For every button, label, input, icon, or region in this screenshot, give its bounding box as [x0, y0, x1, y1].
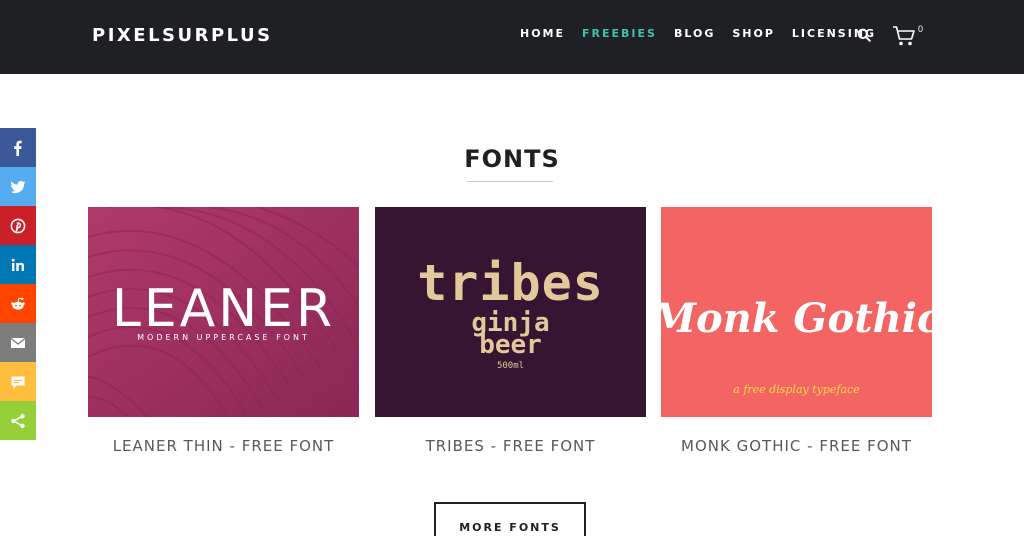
- nav-shop[interactable]: SHOP: [732, 27, 775, 41]
- thumb-subtitle-text: MODERN UPPERCASE FONT: [137, 333, 310, 342]
- card-caption[interactable]: MONK GOTHIC - FREE FONT: [661, 437, 932, 455]
- main-nav: HOME FREEBIES BLOG SHOP LICENSING: [520, 27, 893, 41]
- cart-icon[interactable]: [892, 25, 916, 47]
- nav-freebies[interactable]: FREEBIES: [582, 27, 657, 41]
- card-caption[interactable]: TRIBES - FREE FONT: [375, 437, 646, 455]
- title-divider: [467, 181, 553, 182]
- leaner-thumbnail-art: LEANER MODERN UPPERCASE FONT: [88, 207, 359, 417]
- thumb-title-text: Monk Gothic: [661, 295, 932, 342]
- search-icon[interactable]: [857, 28, 871, 42]
- thumb-title-text: tribes: [417, 254, 604, 312]
- nav-home[interactable]: HOME: [520, 27, 565, 41]
- font-card[interactable]: LEANER MODERN UPPERCASE FONT LEANER THIN…: [88, 207, 359, 455]
- pinterest-icon: [10, 218, 26, 233]
- share-reddit-button[interactable]: [0, 284, 36, 323]
- tribes-thumbnail-art: tribes ginja beer 500ml: [375, 207, 646, 417]
- share-sidebar: [0, 128, 36, 440]
- reddit-icon: [11, 297, 25, 310]
- linkedin-icon: [11, 258, 24, 271]
- share-more-button[interactable]: [0, 401, 36, 440]
- card-thumbnail[interactable]: LEANER MODERN UPPERCASE FONT: [88, 207, 359, 417]
- font-card[interactable]: Monk Gothic a free display typeface MONK…: [661, 207, 932, 455]
- site-logo[interactable]: PIXELSURPLUS: [92, 24, 273, 48]
- twitter-icon: [10, 180, 26, 193]
- email-icon: [10, 337, 26, 348]
- thumb-subtitle-text: a free display typeface: [733, 383, 860, 396]
- share-icon: [11, 413, 25, 428]
- card-caption[interactable]: LEANER THIN - FREE FONT: [88, 437, 359, 455]
- nav-blog[interactable]: BLOG: [674, 27, 715, 41]
- share-sms-button[interactable]: [0, 362, 36, 401]
- thumb-small-text: 500ml: [497, 361, 524, 371]
- font-card[interactable]: tribes ginja beer 500ml TRIBES - FREE FO…: [375, 207, 646, 455]
- cart-count: 0: [918, 24, 924, 34]
- monk-gothic-thumbnail-art: Monk Gothic a free display typeface: [661, 207, 932, 417]
- more-fonts-button[interactable]: MORE FONTS: [434, 502, 586, 536]
- card-thumbnail[interactable]: Monk Gothic a free display typeface: [661, 207, 932, 417]
- site-header: PIXELSURPLUS HOME FREEBIES BLOG SHOP LIC…: [0, 0, 1024, 74]
- thumb-line-beer: beer: [479, 330, 542, 360]
- card-thumbnail[interactable]: tribes ginja beer 500ml: [375, 207, 646, 417]
- share-email-button[interactable]: [0, 323, 36, 362]
- section-title: FONTS: [464, 145, 560, 173]
- sms-icon: [11, 376, 25, 388]
- share-linkedin-button[interactable]: [0, 245, 36, 284]
- share-pinterest-button[interactable]: [0, 206, 36, 245]
- thumb-title-text: LEANER: [112, 279, 335, 339]
